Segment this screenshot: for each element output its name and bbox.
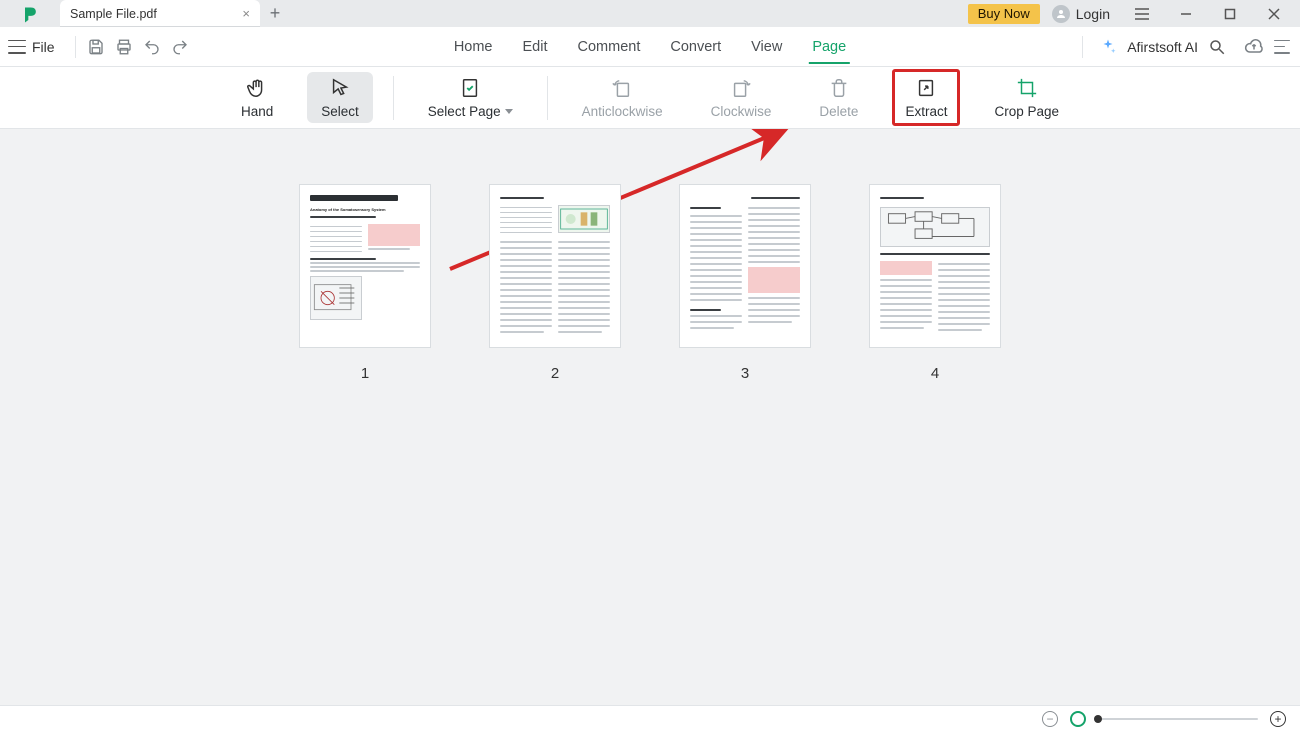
page-thumb-col-4: 4 [870, 185, 1000, 382]
page-thumbnails-workspace: Anatomy of the Somatosensory System 1 [0, 129, 1300, 705]
hand-label: Hand [241, 104, 273, 119]
menu-icon[interactable] [8, 40, 26, 54]
zoom-in-button[interactable]: + [1270, 711, 1286, 727]
fit-page-button[interactable] [1070, 711, 1086, 727]
extract-label: Extract [905, 104, 947, 119]
buy-now-label: Buy Now [978, 6, 1030, 21]
anticlockwise-label: Anticlockwise [582, 104, 663, 119]
page-thumb-col-3: 3 [680, 185, 810, 382]
close-window-button[interactable] [1254, 0, 1294, 27]
select-page-icon [458, 76, 482, 100]
tab-view[interactable]: View [749, 31, 784, 63]
cloud-upload-icon[interactable] [1244, 37, 1264, 57]
save-icon[interactable] [82, 33, 110, 61]
app-menu-button[interactable] [1122, 0, 1162, 27]
separator [75, 36, 76, 58]
page-thumbnail-3[interactable] [680, 185, 810, 347]
rotate-clockwise-tool[interactable]: Clockwise [697, 72, 786, 123]
select-label: Select [321, 104, 359, 119]
page-number-1: 1 [361, 365, 369, 382]
zoom-out-button[interactable]: − [1042, 711, 1058, 727]
extract-icon [914, 76, 938, 100]
new-tab-button[interactable]: + [260, 0, 290, 27]
file-menu[interactable]: File [32, 39, 55, 55]
app-logo [0, 0, 60, 27]
page-thumb-col-2: 2 [490, 185, 620, 382]
status-bar: − + [0, 705, 1300, 731]
page-thumbnail-4[interactable] [870, 185, 1000, 347]
main-tabs: Home Edit Comment Convert View Page [452, 31, 848, 63]
clockwise-label: Clockwise [711, 104, 772, 119]
page-thumbnail-1[interactable]: Anatomy of the Somatosensory System [300, 185, 430, 347]
select-tool[interactable]: Select [307, 72, 373, 123]
page1-heading [310, 195, 398, 201]
delete-label: Delete [819, 104, 858, 119]
rotate-cw-icon [729, 76, 753, 100]
page-ribbon: Hand Select Select Page Anticlockwise Cl… [0, 67, 1300, 129]
select-page-tool[interactable]: Select Page [414, 72, 527, 123]
hand-tool[interactable]: Hand [227, 72, 287, 123]
crop-icon [1015, 76, 1039, 100]
tab-comment[interactable]: Comment [576, 31, 643, 63]
tab-edit[interactable]: Edit [521, 31, 550, 63]
page-number-2: 2 [551, 365, 559, 382]
ai-sparkle-icon [1099, 38, 1117, 56]
page-thumb-col-1: Anatomy of the Somatosensory System 1 [300, 185, 430, 382]
redo-icon[interactable] [166, 33, 194, 61]
tab-page[interactable]: Page [810, 31, 848, 63]
search-icon[interactable] [1208, 38, 1226, 56]
buy-now-button[interactable]: Buy Now [968, 4, 1040, 24]
tab-convert[interactable]: Convert [668, 31, 723, 63]
zoom-slider[interactable] [1098, 718, 1258, 720]
cursor-icon [328, 76, 352, 100]
hand-icon [245, 76, 269, 100]
page-number-4: 4 [931, 365, 939, 382]
maximize-button[interactable] [1210, 0, 1250, 27]
page1-title: Anatomy of the Somatosensory System [310, 207, 420, 212]
ai-label[interactable]: Afirstsoft AI [1127, 39, 1198, 55]
select-page-label: Select Page [428, 104, 501, 119]
separator [547, 76, 548, 120]
close-tab-icon[interactable]: × [242, 6, 250, 21]
login-button[interactable]: Login [1044, 5, 1118, 23]
page-number-3: 3 [741, 365, 749, 382]
rotate-anticlockwise-tool[interactable]: Anticlockwise [568, 72, 677, 123]
top-strip: File Home Edit Comment Convert View Page… [0, 27, 1300, 67]
avatar-icon [1052, 5, 1070, 23]
separator [1082, 36, 1083, 58]
titlebar: Sample File.pdf × + Buy Now Login [0, 0, 1300, 27]
page-thumbnail-2[interactable] [490, 185, 620, 347]
crop-page-label: Crop Page [994, 104, 1059, 119]
rotate-ccw-icon [610, 76, 634, 100]
document-tab[interactable]: Sample File.pdf × [60, 0, 260, 27]
panel-toggle-icon[interactable] [1274, 40, 1290, 54]
print-icon[interactable] [110, 33, 138, 61]
login-label: Login [1076, 6, 1110, 22]
separator [393, 76, 394, 120]
undo-icon[interactable] [138, 33, 166, 61]
document-tab-title: Sample File.pdf [70, 7, 157, 21]
delete-page-tool[interactable]: Delete [805, 72, 872, 123]
crop-page-tool[interactable]: Crop Page [980, 72, 1073, 123]
minimize-button[interactable] [1166, 0, 1206, 27]
chevron-down-icon [505, 109, 513, 114]
trash-icon [827, 76, 851, 100]
tab-home[interactable]: Home [452, 31, 495, 63]
extract-tool[interactable]: Extract [892, 69, 960, 126]
